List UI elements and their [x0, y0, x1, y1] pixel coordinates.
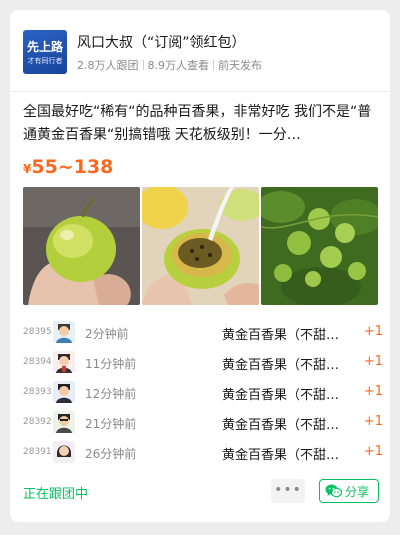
header-divider — [10, 91, 390, 92]
order-time: 2分钟前 — [85, 327, 129, 341]
photo-gallery — [23, 187, 379, 305]
order-row[interactable]: 28395 2分钟前 黄金百香果（不甜… +1 — [23, 317, 383, 347]
order-number: 28393 — [23, 387, 52, 397]
order-quantity: +1 — [363, 414, 383, 429]
order-quantity: +1 — [363, 384, 383, 399]
user-avatar-icon[interactable] — [53, 381, 75, 403]
following-status[interactable]: 正在跟团中 — [23, 483, 88, 502]
views-count: 8.9万人查看 — [147, 59, 210, 72]
passion-fruit-in-hand-photo[interactable] — [23, 187, 140, 305]
avatar-slogan-main: 先上路 — [26, 40, 63, 54]
order-number: 28394 — [23, 357, 52, 367]
order-time: 21分钟前 — [85, 417, 137, 431]
order-row[interactable]: 28394 11分钟前 黄金百香果（不甜… +1 — [23, 347, 383, 377]
more-dots-icon: ••• — [274, 482, 302, 498]
avatar-slogan-sub: 才有同行者 — [27, 57, 63, 65]
posted-time: 前天发布 — [218, 59, 262, 72]
meta-divider — [142, 60, 144, 70]
order-product: 黄金百香果（不甜… — [222, 358, 340, 373]
user-avatar-icon[interactable] — [53, 321, 75, 343]
user-avatar-icon[interactable] — [53, 411, 75, 433]
order-product: 黄金百香果（不甜… — [222, 328, 340, 343]
followers-count: 2.8万人跟团 — [77, 59, 139, 72]
order-quantity: +1 — [363, 354, 383, 369]
price-range: ¥55~138 — [23, 156, 113, 178]
order-product: 黄金百香果（不甜… — [222, 388, 340, 403]
order-number: 28392 — [23, 417, 52, 427]
order-number: 28391 — [23, 447, 52, 457]
wechat-icon — [325, 484, 342, 498]
user-avatar-icon[interactable] — [53, 441, 75, 463]
author-name[interactable]: 风口大叔（“订阅”领红包） — [77, 32, 246, 52]
order-quantity: +1 — [363, 324, 383, 339]
order-product: 黄金百香果（不甜… — [222, 448, 340, 463]
author-avatar[interactable]: 先上路 才有同行者 — [23, 30, 67, 74]
recent-orders-list: 28395 2分钟前 黄金百香果（不甜… +1 28394 11分钟前 黄金百香… — [23, 317, 383, 467]
order-time: 26分钟前 — [85, 447, 137, 461]
author-meta: 2.8万人跟团 8.9万人查看 前天发布 — [77, 57, 262, 73]
passion-fruit-vine-photo[interactable] — [261, 187, 378, 305]
share-label: 分享 — [345, 485, 370, 499]
order-quantity: +1 — [363, 444, 383, 459]
more-button[interactable]: ••• — [271, 479, 305, 503]
order-number: 28395 — [23, 327, 52, 337]
order-row[interactable]: 28393 12分钟前 黄金百香果（不甜… +1 — [23, 377, 383, 407]
order-time: 12分钟前 — [85, 387, 137, 401]
user-avatar-icon[interactable] — [53, 351, 75, 373]
order-time: 11分钟前 — [85, 357, 137, 371]
post-description[interactable]: 全国最好吃“稀有“的品种百香果，非常好吃 我们不是“普通黄金百香果“别搞错哦 天… — [23, 101, 379, 147]
author-header[interactable]: 先上路 才有同行者 风口大叔（“订阅”领红包） 2.8万人跟团 8.9万人查看 前天… — [23, 30, 377, 76]
order-product: 黄金百香果（不甜… — [222, 418, 340, 433]
price-value: 55~138 — [31, 156, 114, 178]
passion-fruit-pulp-photo[interactable] — [142, 187, 259, 305]
order-row[interactable]: 28392 21分钟前 黄金百香果（不甜… +1 — [23, 407, 383, 437]
share-button[interactable]: 分享 — [319, 479, 379, 503]
group-buy-card[interactable]: 先上路 才有同行者 风口大叔（“订阅”领红包） 2.8万人跟团 8.9万人查看 前天… — [10, 10, 390, 522]
meta-divider — [213, 60, 214, 70]
order-row[interactable]: 28391 26分钟前 黄金百香果（不甜… +1 — [23, 437, 383, 467]
card-footer: 正在跟团中 ••• 分享 — [23, 479, 379, 505]
